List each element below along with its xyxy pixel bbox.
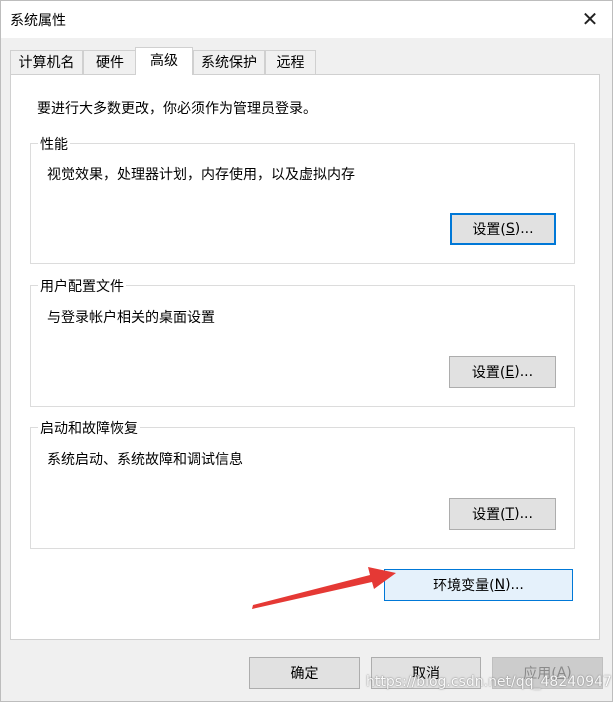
startup-recovery-description: 系统启动、系统故障和调试信息 xyxy=(47,452,243,468)
close-button[interactable]: ✕ xyxy=(567,0,613,38)
user-profiles-settings-button[interactable]: 设置(E)... xyxy=(449,356,556,388)
performance-description: 视觉效果，处理器计划，内存使用，以及虚拟内存 xyxy=(47,167,355,183)
window-title: 系统属性 xyxy=(10,13,66,29)
close-icon: ✕ xyxy=(581,7,599,31)
user-profiles-description: 与登录帐户相关的桌面设置 xyxy=(47,310,215,326)
performance-title: 性能 xyxy=(38,134,70,154)
tab-remote[interactable]: 远程 xyxy=(265,50,316,74)
arrow-shape xyxy=(252,567,396,609)
red-arrow-annotation xyxy=(252,567,396,609)
ok-button[interactable]: 确定 xyxy=(249,657,360,689)
performance-group: 性能 视觉效果，处理器计划，内存使用，以及虚拟内存 xyxy=(30,134,575,264)
user-profiles-title: 用户配置文件 xyxy=(38,276,126,296)
tab-hardware[interactable]: 硬件 xyxy=(83,50,137,74)
tab-advanced[interactable]: 高级 xyxy=(135,47,193,75)
user-profiles-group: 用户配置文件 与登录帐户相关的桌面设置 xyxy=(30,276,575,407)
startup-recovery-title: 启动和故障恢复 xyxy=(38,418,140,438)
startup-recovery-group: 启动和故障恢复 系统启动、系统故障和调试信息 xyxy=(30,418,575,549)
admin-notice: 要进行大多数更改，你必须作为管理员登录。 xyxy=(37,101,317,117)
watermark-text: https://blog.csdn.net/qq_48240947 xyxy=(366,674,612,690)
startup-recovery-settings-button[interactable]: 设置(T)... xyxy=(449,498,556,530)
tab-system-protection[interactable]: 系统保护 xyxy=(193,50,265,74)
environment-variables-button[interactable]: 环境变量(N)... xyxy=(384,569,573,601)
performance-settings-button[interactable]: 设置(S)... xyxy=(450,213,556,245)
title-bar: 系统属性 ✕ xyxy=(0,0,613,38)
tab-computer-name[interactable]: 计算机名 xyxy=(10,50,83,74)
